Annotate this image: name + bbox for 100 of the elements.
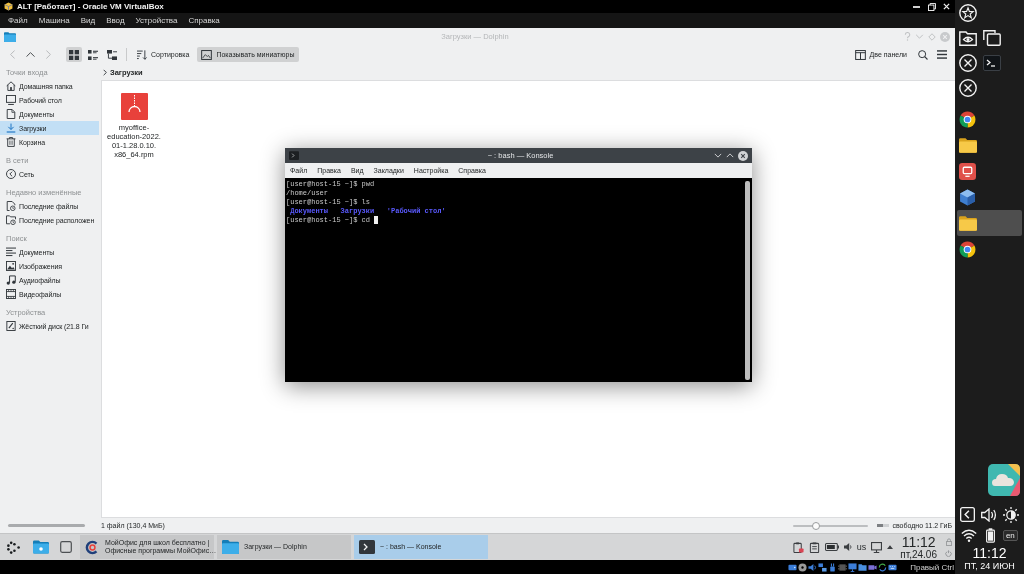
download-icon [6, 123, 16, 133]
host-key-label: Правый Ctrl [910, 562, 954, 572]
folder-icon [959, 215, 977, 231]
image-icon [201, 49, 213, 60]
browser-icon [959, 110, 976, 128]
icons-view-button[interactable] [66, 47, 82, 62]
menu-item[interactable]: Вид [76, 15, 100, 26]
keyboard-layout[interactable]: us [856, 542, 867, 552]
hard-drive-icon [6, 321, 16, 331]
image-icon [6, 261, 16, 271]
text-lines-icon [6, 247, 16, 257]
up-arrow-icon[interactable] [887, 545, 894, 549]
music-note-icon [6, 275, 16, 285]
folder-icon[interactable] [33, 540, 49, 554]
clock-time[interactable]: 11:12 [901, 534, 936, 549]
search-icon [918, 49, 928, 60]
slider-thumb[interactable] [811, 521, 820, 530]
tree-view-icon [107, 49, 117, 60]
terminal-icon[interactable] [983, 54, 1001, 71]
close-circle-icon[interactable] [959, 53, 977, 72]
restore-button[interactable] [926, 1, 937, 12]
cube-icon [959, 188, 976, 206]
minimize-icon [913, 5, 920, 8]
monitor-icon[interactable] [848, 562, 858, 572]
close-icon [940, 31, 950, 42]
chevron-right-icon [46, 50, 51, 59]
folder-icon [4, 31, 16, 42]
details-view-button[interactable] [104, 47, 120, 62]
rounded-square-icon[interactable] [60, 541, 72, 553]
terminal-icon [289, 151, 299, 160]
menu-item[interactable]: Ввод [102, 15, 129, 26]
app-tile-icon [959, 162, 976, 180]
clock-time: 11:12 [971, 546, 1008, 561]
compact-view-icon [88, 49, 98, 60]
maximize-button[interactable] [726, 153, 734, 158]
plug-icon[interactable] [828, 562, 838, 572]
zoom-slider[interactable] [793, 521, 869, 530]
chevron-down-icon [915, 34, 924, 39]
menu-icon [937, 50, 947, 59]
folder-eye-icon[interactable] [959, 29, 977, 46]
back-icon[interactable] [960, 507, 975, 522]
grid-view-icon [69, 49, 79, 60]
chip-icon[interactable] [838, 562, 848, 572]
chevron-up-icon [26, 52, 35, 57]
chevron-up-icon [726, 153, 734, 158]
cloud-app-icon[interactable] [988, 464, 1020, 496]
clock-date[interactable]: пт,24.06 [900, 548, 937, 560]
compact-view-button[interactable] [85, 47, 101, 62]
star-badge-icon[interactable] [959, 3, 977, 22]
close-button[interactable] [738, 150, 748, 161]
document-icon [6, 109, 16, 119]
folder-icon [222, 540, 239, 554]
menu-item[interactable]: Справка [184, 15, 224, 26]
network-icon [6, 169, 16, 179]
sort-icon [137, 49, 147, 60]
browser-icon [959, 240, 976, 258]
ring-logo-icon [85, 539, 100, 555]
circular-arrows-icon[interactable] [878, 562, 888, 572]
trash-icon [6, 137, 16, 147]
menu-item[interactable]: Устройства [131, 15, 182, 26]
battery-icon[interactable] [824, 543, 839, 551]
folder-icon [959, 137, 977, 153]
diamond-icon [928, 32, 936, 41]
monitor-icon [6, 95, 16, 105]
menu-item[interactable]: Файл [4, 15, 32, 26]
clipboard-icon[interactable] [808, 541, 820, 553]
recent-document-icon [6, 201, 16, 211]
window-title: ALT [Работает] - Oracle VM VirtualBox [17, 2, 165, 11]
overlapping-windows-icon[interactable] [983, 29, 1001, 46]
camera-icon[interactable] [868, 562, 878, 572]
disc-icon[interactable] [798, 562, 808, 572]
close-icon [943, 3, 950, 10]
restore-icon [927, 2, 936, 11]
film-strip-icon [6, 289, 16, 299]
chevron-down-icon [714, 153, 722, 158]
close-button[interactable] [941, 1, 952, 12]
clock-date: ПТ, 24 ИЮН [963, 561, 1016, 573]
dots-icon[interactable] [7, 540, 20, 554]
brightness-icon[interactable] [1003, 506, 1019, 523]
home-icon [6, 81, 16, 91]
speaker-icon[interactable] [843, 542, 852, 552]
chevron-left-icon [10, 50, 15, 59]
split-view-icon [854, 49, 866, 60]
menu-button[interactable] [934, 47, 950, 62]
network-icon[interactable] [818, 562, 828, 572]
chevron-right-icon [103, 68, 107, 76]
input-language-indicator[interactable]: en [1002, 530, 1018, 541]
dock-app-button[interactable] [957, 210, 1022, 236]
keyboard-icon[interactable] [888, 562, 898, 572]
minimize-button[interactable] [714, 153, 722, 158]
help-icon [904, 32, 911, 41]
recent-folder-icon [6, 215, 16, 225]
wifi-icon[interactable] [961, 529, 978, 542]
close-circle-icon[interactable] [959, 78, 977, 97]
clipboard-lock-icon[interactable] [792, 541, 804, 553]
folder-icon[interactable] [858, 562, 868, 572]
monitor-icon[interactable] [871, 541, 883, 553]
menu-item[interactable]: Машина [34, 15, 74, 26]
cube-icon [4, 2, 13, 11]
speaker-icon[interactable] [981, 507, 997, 522]
